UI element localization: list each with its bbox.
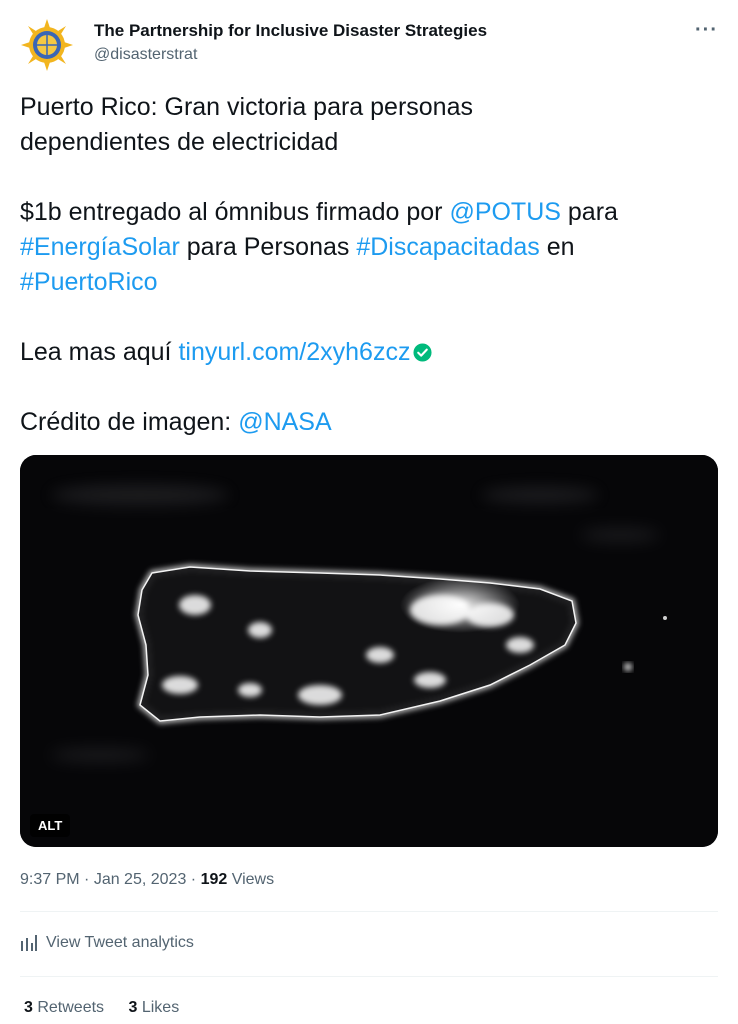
tweet-paragraph-2: $1b entregado al ómnibus firmado por @PO… [20, 195, 720, 300]
tweet-image[interactable]: ALT [20, 455, 718, 847]
tweet-meta: 9:37 PM · Jan 25, 2023 · 192 Views [20, 869, 274, 891]
text-segment: para [560, 198, 618, 226]
separator: · [186, 871, 201, 888]
divider [20, 911, 718, 912]
tweet-paragraph-4: Crédito de imagen: @NASA [20, 405, 720, 440]
separator: · [79, 871, 94, 888]
tweet-time[interactable]: 9:37 PM [20, 871, 80, 888]
retweets-count: 3 [24, 999, 33, 1016]
tweet-paragraph-1: Puerto Rico: Gran victoria para personas… [20, 93, 473, 156]
hashtag-puertorico[interactable]: #PuertoRico [20, 268, 158, 296]
hashtag-energiasolar[interactable]: #EnergíaSolar [20, 233, 180, 261]
more-options-icon[interactable]: ··· [695, 20, 718, 40]
analytics-label: View Tweet analytics [46, 934, 194, 951]
views-count: 192 [200, 871, 228, 888]
sun-logo-icon [20, 18, 74, 72]
divider [20, 976, 718, 977]
text-segment: en [539, 233, 575, 261]
text-segment: $1b entregado al ómnibus firmado por [20, 198, 450, 226]
display-name[interactable]: The Partnership for Inclusive Disaster S… [94, 20, 487, 42]
alt-badge[interactable]: ALT [30, 814, 71, 837]
hashtag-discapacitadas[interactable]: #Discapacitadas [356, 233, 539, 261]
avatar[interactable] [20, 18, 74, 72]
text-segment: para Personas [179, 233, 357, 261]
tweet-text: Puerto Rico: Gran victoria para personas… [20, 90, 720, 440]
views-label: Views [227, 871, 275, 888]
text-segment: Lea mas aquí [20, 338, 179, 366]
puerto-rico-night-satellite-image [20, 455, 718, 847]
tweet-header: The Partnership for Inclusive Disaster S… [20, 14, 722, 72]
verified-check-icon [413, 343, 432, 362]
retweets-stat[interactable]: 3 Retweets [24, 999, 104, 1016]
text-segment: Crédito de imagen: [20, 408, 239, 436]
tweet-date[interactable]: Jan 25, 2023 [94, 871, 187, 888]
tweet-analytics-link[interactable]: View Tweet analytics [20, 932, 194, 954]
likes-stat[interactable]: 3 Likes [129, 999, 180, 1016]
likes-label: Likes [137, 999, 180, 1016]
analytics-bar-icon [21, 935, 37, 951]
engagement-stats: 3 Retweets 3 Likes [24, 997, 199, 1019]
tweet-paragraph-3: Lea mas aquí tinyurl.com/2xyh6zcz [20, 335, 720, 370]
mention-nasa[interactable]: @NASA [238, 408, 331, 436]
tinyurl-link[interactable]: tinyurl.com/2xyh6zcz [178, 338, 410, 366]
retweets-label: Retweets [32, 999, 105, 1016]
mention-potus[interactable]: @POTUS [449, 198, 561, 226]
user-handle[interactable]: @disasterstrat [94, 44, 487, 66]
author-names: The Partnership for Inclusive Disaster S… [94, 20, 487, 66]
